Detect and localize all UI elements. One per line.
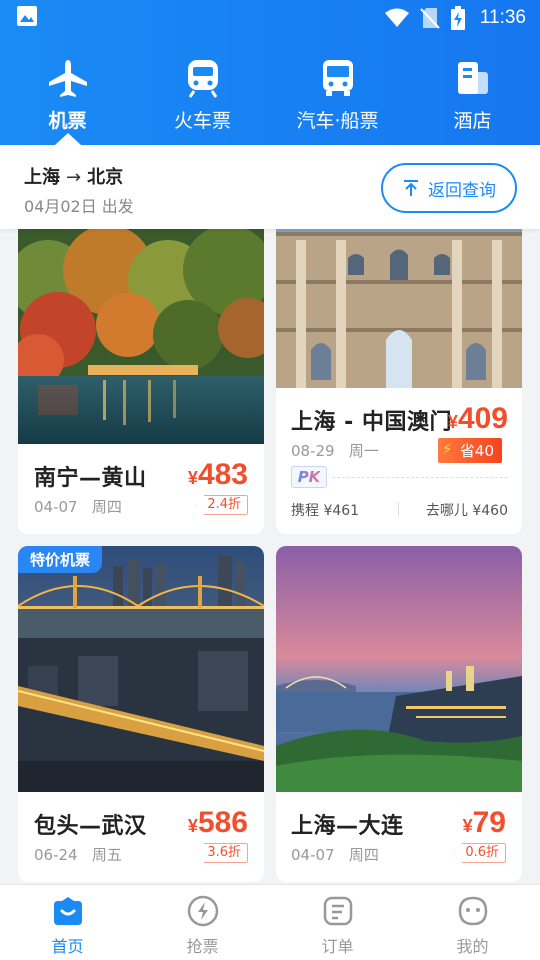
price: ¥409 [448,402,508,436]
discount-tag: 3.6折 [196,843,248,863]
travel-date: 08-29 周一 [291,440,379,461]
savings-badge: ⚡ 省40 [437,438,502,463]
clock: 11:36 [479,7,526,28]
travel-date: 06-24 周五 [34,844,122,865]
tab-flights[interactable]: 机票 [0,36,135,145]
deal-card-baotou-wuhan[interactable]: 特价机票 包头—武汉 06-24 周五 ¥586 3.6折 [18,546,264,882]
price-value: 483 [197,458,248,491]
weekday: 周五 [91,846,122,864]
route-title: 南宁—黄山 [34,466,147,491]
compare-separator [398,502,399,516]
route-arrow: → [66,167,82,188]
train-icon [181,56,225,100]
tab-label: 火车票 [173,110,231,132]
no-sim-icon [420,8,440,29]
tab-label: 酒店 [453,110,492,132]
back-to-search-button[interactable]: 返回查询 [381,163,517,213]
nav-grab-tickets[interactable]: 抢票 [135,885,270,960]
pk-label: PK [297,468,321,486]
category-tabs: 机票 火车票 汽车·船票 酒店 [0,36,540,145]
route-title: 上海 - 中国澳门 [291,410,452,435]
bottom-nav: 首页 抢票 订单 我的 [0,884,540,960]
nav-label: 订单 [321,937,354,956]
battery-charging-icon [450,6,465,30]
price-value: 586 [197,806,248,839]
gallery-icon [17,6,37,26]
destination-city: 北京 [87,167,124,188]
date-value: 04-07 [34,498,78,516]
price-value: 409 [457,402,508,435]
travel-date: 04-07 周四 [291,844,379,865]
autumn-lake-photo [18,210,264,444]
tab-label: 机票 [48,110,87,132]
route-title: 上海—大连 [291,814,404,839]
ruins-of-st-paul-photo [276,210,522,388]
nav-label: 抢票 [186,937,219,956]
dalian-coast-photo [276,546,522,792]
deal-card-shanghai-dalian[interactable]: 上海—大连 04-07 周四 ¥79 0.6折 [276,546,522,882]
arrow-up-icon [404,180,418,196]
nav-orders[interactable]: 订单 [270,885,405,960]
tab-train[interactable]: 火车票 [135,36,270,145]
route-title: 上海 → 北京 [24,163,123,189]
deal-card-shanghai-macau[interactable]: 上海 - 中国澳门 ¥409 08-29 周一 ⚡ 省40 PK 携程 ¥461 … [276,210,522,534]
plane-icon [46,56,90,100]
deal-card-nanning-huangshan[interactable]: 南宁—黄山 04-07 周四 ¥483 2.4折 [18,210,264,534]
order-icon [323,896,352,926]
nav-profile[interactable]: 我的 [405,885,540,960]
currency-symbol: ¥ [447,412,458,432]
departure-date: 04月02日 出发 [24,197,134,216]
route-bar: 上海 → 北京 04月02日 出发 返回查询 [0,145,540,229]
back-to-search-label: 返回查询 [428,180,496,201]
bus-icon [316,56,360,100]
nav-label: 首页 [51,937,84,956]
currency-symbol: ¥ [187,468,198,488]
price-value: 79 [472,806,506,839]
compare-ctrip: 携程 ¥461 [291,503,360,519]
tab-label: 汽车·船票 [296,110,379,132]
status-bar: 11:36 [0,0,540,36]
currency-symbol: ¥ [462,816,473,836]
weekday: 周一 [348,442,379,460]
price: ¥586 [188,806,248,840]
special-fare-badge: 特价机票 [18,546,103,573]
nav-label: 我的 [456,937,489,956]
wuhan-bridge-photo [18,546,264,792]
nav-home[interactable]: 首页 [0,885,135,960]
tab-hotel[interactable]: 酒店 [405,36,540,145]
home-icon [53,897,82,925]
pk-badge: PK [291,466,327,488]
lightning-icon: ⚡ [441,440,453,458]
currency-symbol: ¥ [187,816,198,836]
date-value: 04-07 [291,846,335,864]
weekday: 周四 [348,846,379,864]
travel-date: 04-07 周四 [34,496,122,517]
price: ¥483 [188,458,248,492]
profile-icon [458,896,487,926]
tab-bus-ship[interactable]: 汽车·船票 [270,36,405,145]
savings-label: 省40 [459,442,494,460]
date-value: 06-24 [34,846,78,864]
origin-city: 上海 [24,167,60,188]
header: 11:36 机票 火车票 汽车·船票 酒店 [0,0,540,145]
wifi-icon [384,8,409,27]
weekday: 周四 [91,498,122,516]
dashed-divider [332,477,508,478]
date-value: 08-29 [291,442,335,460]
price: ¥79 [463,806,506,840]
compare-qunar: 去哪儿 ¥460 [425,503,508,519]
route-title: 包头—武汉 [34,814,147,839]
discount-tag: 0.6折 [454,843,506,863]
hotel-icon [451,56,495,100]
discount-tag: 2.4折 [196,495,248,515]
lightning-icon [187,895,218,927]
